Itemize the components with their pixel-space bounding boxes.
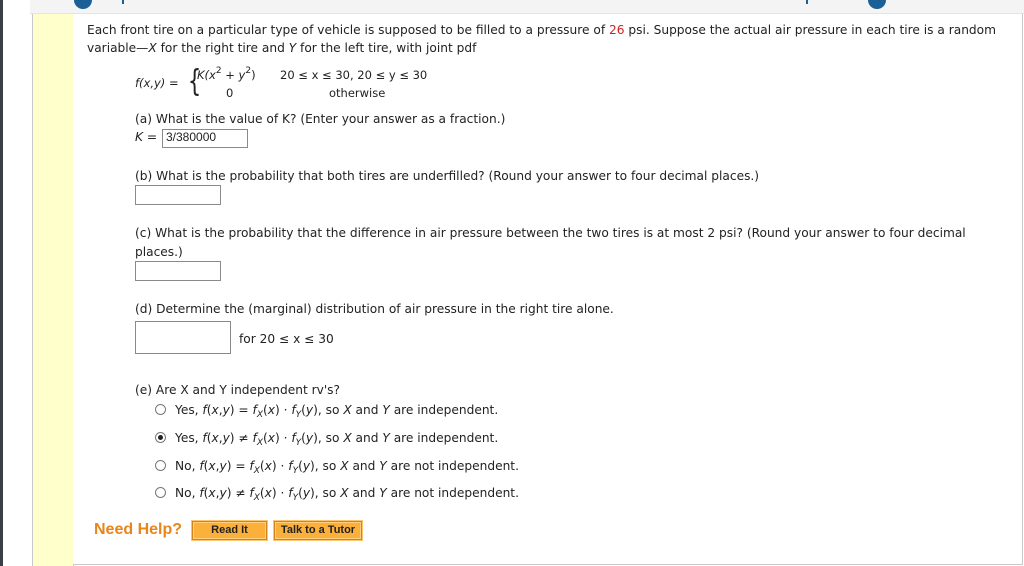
- part-a-label: K =: [135, 130, 158, 144]
- problem-intro-line2: variable—X for the right tire and Y for …: [87, 41, 477, 55]
- option-label[interactable]: Yes, f(x,y) = fX(x) · fY(y), so X and Y …: [175, 401, 498, 420]
- part-e-question: (e) Are X and Y independent rv's?: [135, 383, 340, 397]
- pdf-case2-expr: 0: [226, 86, 234, 100]
- target-pressure: 26: [609, 23, 625, 37]
- radio-button[interactable]: [155, 404, 166, 415]
- radio-button-selected[interactable]: [155, 432, 166, 443]
- part-b-answer-input[interactable]: [135, 185, 221, 205]
- part-c-question-line2: places.): [135, 245, 183, 259]
- header-mark: [122, 0, 124, 4]
- radio-button[interactable]: [155, 487, 166, 498]
- read-it-button[interactable]: Read It: [191, 520, 268, 541]
- question-gutter: [32, 14, 74, 566]
- option-label[interactable]: Yes, f(x,y) ≠ fX(x) · fY(y), so X and Y …: [175, 429, 498, 448]
- window-edge: [0, 0, 3, 566]
- part-c-question-line1: (c) What is the probability that the dif…: [135, 226, 966, 240]
- option-label[interactable]: No, f(x,y) = fX(x) · fY(y), so X and Y a…: [175, 457, 519, 476]
- pdf-case2-condition: otherwise: [329, 86, 386, 100]
- pdf-case1-condition: 20 ≤ x ≤ 30, 20 ≤ y ≤ 30: [280, 68, 428, 82]
- part-d-domain: for 20 ≤ x ≤ 30: [239, 332, 334, 346]
- question-header-bar: [30, 0, 1024, 14]
- part-c-answer-input[interactable]: [135, 261, 221, 281]
- header-mark: [806, 0, 808, 4]
- radio-button[interactable]: [155, 460, 166, 471]
- status-icon: [868, 0, 886, 9]
- question-number-icon: [74, 0, 92, 9]
- pdf-lhs: f(x,y) =: [135, 76, 179, 90]
- part-d-answer-input[interactable]: [135, 321, 231, 354]
- part-a-question: (a) What is the value of K? (Enter your …: [135, 112, 506, 126]
- question-panel: [73, 14, 1023, 565]
- pdf-case1-expr: K(x2 + y2): [197, 66, 256, 83]
- part-d-question: (d) Determine the (marginal) distributio…: [135, 302, 614, 316]
- part-b-question: (b) What is the probability that both ti…: [135, 169, 760, 183]
- k-value-input[interactable]: 3/380000: [162, 129, 248, 148]
- need-help-label: Need Help?: [94, 521, 183, 538]
- talk-to-tutor-button[interactable]: Talk to a Tutor: [273, 520, 363, 541]
- option-label[interactable]: No, f(x,y) ≠ fX(x) · fY(y), so X and Y a…: [175, 484, 519, 503]
- problem-intro-line1: Each front tire on a particular type of …: [87, 23, 997, 37]
